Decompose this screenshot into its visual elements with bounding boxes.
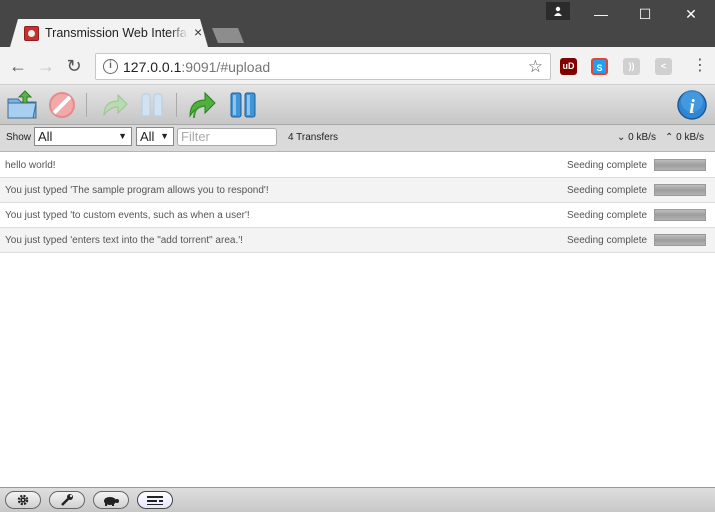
preferences-button[interactable] [49,491,85,509]
close-window-button[interactable]: ✕ [676,4,706,24]
compact-view-icon [147,496,163,505]
torrent-name: You just typed 'to custom events, such a… [5,210,250,221]
status-filter-select[interactable]: All ▼ [34,127,132,146]
turtle-mode-button[interactable] [93,491,129,509]
download-arrow-icon: ⌄ [617,132,629,143]
url-text[interactable]: 127.0.0.1:9091/#upload [123,59,270,75]
profile-button[interactable] [546,2,570,20]
filter-input[interactable]: Filter [177,128,277,146]
progress-fill [655,210,705,220]
resume-all-icon[interactable] [186,89,218,121]
torrent-progress-bar [654,234,706,246]
skype-extension-icon[interactable]: S [591,58,608,75]
resume-icon[interactable] [98,89,130,121]
download-speed: ⌄ 0 kB/s [617,132,656,143]
status-filter-value: All [38,129,53,144]
browser-titlebar: Transmission Web Interface × — ☐ ✕ [0,0,715,47]
bookmark-star-icon[interactable]: ☆ [528,57,543,77]
bottom-bar [0,487,715,512]
share-extension-icon[interactable]: < [655,58,672,75]
new-tab-button[interactable] [212,28,244,43]
rss-extension-icon[interactable]: )) [623,58,640,75]
transfer-count: 4 Transfers [288,132,339,143]
browser-toolbar: ← → ↻ i 127.0.0.1:9091/#upload ☆ uD S ))… [0,47,715,85]
toolbar-separator [86,93,87,117]
upload-speed-value: 0 kB/s [676,132,704,143]
progress-fill [655,160,705,170]
maximize-button[interactable]: ☐ [630,4,660,24]
settings-button[interactable] [5,491,41,509]
tracker-filter-select[interactable]: All ▼ [136,127,174,146]
torrent-progress-bar [654,209,706,221]
forward-button[interactable]: → [36,56,56,76]
torrent-status: Seeding complete [567,160,648,171]
site-info-icon[interactable]: i [103,59,118,74]
progress-fill [655,185,705,195]
tracker-filter-value: All [140,129,155,144]
address-bar[interactable]: i 127.0.0.1:9091/#upload ☆ [95,53,551,80]
back-button[interactable]: ← [8,56,28,76]
open-folder-icon[interactable] [6,89,38,121]
torrent-row[interactable]: You just typed 'The sample program allow… [0,178,715,203]
browser-menu-icon[interactable]: ⋮ [692,56,708,76]
torrent-row[interactable]: You just typed 'to custom events, such a… [0,203,715,228]
transmission-favicon-icon [24,26,39,41]
torrent-name: You just typed 'The sample program allow… [5,185,269,196]
torrent-name: You just typed 'enters text into the "ad… [5,235,243,246]
torrent-status: Seeding complete [567,235,648,246]
pause-all-icon[interactable] [227,89,259,121]
turtle-icon [104,497,119,506]
download-speed-value: 0 kB/s [628,132,656,143]
torrent-list: hello world! Seeding complete You just t… [0,153,715,253]
torrent-progress-bar [654,184,706,196]
tab-title: Transmission Web Interface [45,26,188,40]
compact-view-button[interactable] [137,491,173,509]
browser-tab[interactable]: Transmission Web Interface × [10,19,208,47]
url-host: 127.0.0.1 [123,59,182,75]
minimize-button[interactable]: — [586,4,616,24]
torrent-name: hello world! [5,160,56,171]
progress-fill [655,235,705,245]
gear-icon [17,494,29,506]
upload-arrow-icon: ⌃ [665,132,677,143]
toolbar-separator [176,93,177,117]
inspector-info-icon[interactable]: i [676,89,708,121]
show-label: Show [6,132,32,143]
chevron-down-icon: ▼ [160,131,169,141]
person-icon [554,6,562,16]
pause-icon[interactable] [136,89,168,121]
url-path: :9091/#upload [181,59,271,75]
reload-button[interactable]: ↻ [64,56,84,76]
torrent-row[interactable]: You just typed 'enters text into the "ad… [0,228,715,253]
upload-speed: ⌃ 0 kB/s [665,132,704,143]
torrent-progress-bar [654,159,706,171]
chevron-down-icon: ▼ [118,131,127,141]
torrent-row[interactable]: hello world! Seeding complete [0,153,715,178]
torrent-status: Seeding complete [567,210,648,221]
filter-bar: Show All ▼ All ▼ Filter 4 Transfers ⌄ 0 … [0,125,715,152]
tab-close-icon[interactable]: × [194,24,202,40]
ublock-extension-icon[interactable]: uD [560,58,577,75]
torrent-status: Seeding complete [567,185,648,196]
transmission-toolbar: i [0,85,715,125]
remove-icon[interactable] [46,89,78,121]
wrench-icon [61,494,73,506]
inspector-glyph: i [689,96,695,118]
